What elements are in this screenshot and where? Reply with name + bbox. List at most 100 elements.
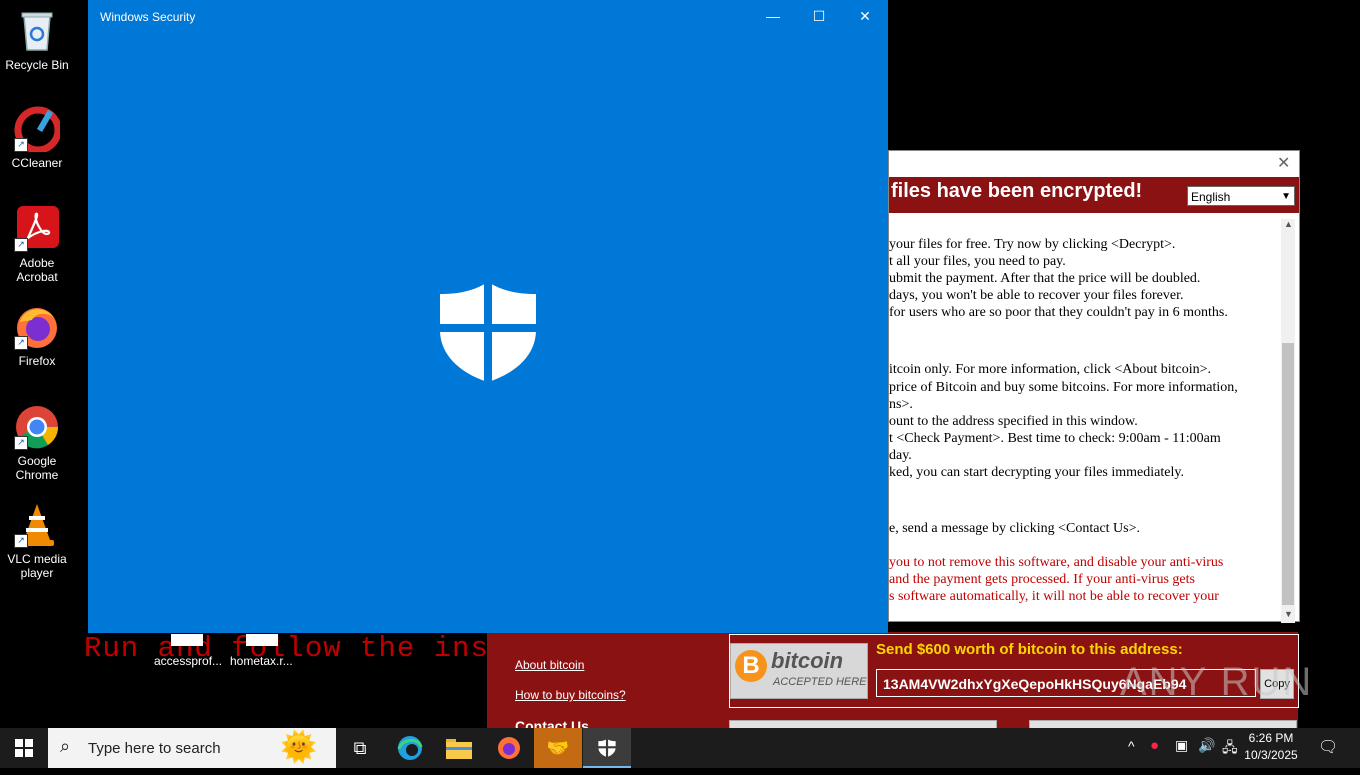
file-label-accessprof[interactable]: accessprof... [154,654,222,668]
tray-app-icon[interactable]: ● [1150,737,1159,754]
desktop-icon-label: CCleaner [11,156,63,170]
message-line: for users who are so poor that they coul… [889,305,1228,320]
firefox-icon [498,737,520,759]
minimize-button[interactable]: — [750,0,796,32]
language-value: English [1191,190,1231,204]
clock-time: 6:26 PM [1248,731,1294,745]
warning-line: and the payment gets processed. If your … [889,572,1195,587]
ransom-message: your files for free. Try now by clicking… [889,221,1279,617]
message-line: e, send a message by clicking <Contact U… [889,521,1141,536]
message-line: t all your files, you need to pay. [889,254,1066,269]
message-line: ubmit the payment. After that the price … [889,271,1201,286]
minimize-icon: — [766,8,780,24]
file-icon[interactable] [246,634,278,646]
clock-date: 10/3/2025 [1244,748,1298,762]
desktop-icon-label: VLC media player [7,552,67,580]
task-view-button[interactable]: ⧉ [336,728,384,768]
scroll-down-icon[interactable]: ▼ [1284,609,1293,619]
notifications-icon[interactable]: 🗨 [1318,737,1338,757]
message-line: day. [889,448,912,463]
firefox-taskbar-button[interactable] [485,728,533,768]
ransom-titlebar: ✕ [889,151,1299,177]
desktop-icon-google-chrome[interactable]: ↗ Google Chrome [4,404,70,482]
clock[interactable]: 6:26 PM 10/3/2025 [1242,730,1300,764]
google-chrome-icon: ↗ [14,404,60,450]
task-view-icon: ⧉ [353,738,367,758]
recycle-bin-icon [14,8,60,54]
ccleaner-icon: ↗ [14,106,62,154]
volume-icon[interactable]: 🔊 [1198,737,1215,754]
desktop-icon-label: Firefox [18,354,56,368]
file-icon[interactable] [171,634,203,646]
meet-now-icon[interactable]: ▣ [1175,737,1188,754]
windows-security-taskbar-button[interactable] [583,728,631,768]
adobe-acrobat-icon: ↗ [14,206,60,252]
shortcut-arrow-icon: ↗ [14,138,28,152]
ransom-header: files have been encrypted! English ▼ [889,177,1299,213]
desktop-icon-label: Adobe Acrobat [16,256,58,284]
message-line: t <Check Payment>. Best time to check: 9… [889,431,1221,446]
taskbar: ⌕ Type here to search 🌞 ⧉ 🤝 ^ ● ▣ 🔊 🖧 6:… [0,728,1360,768]
search-placeholder: Type here to search [88,740,221,757]
about-bitcoin-link[interactable]: About bitcoin [515,658,584,672]
desktop-icon-recycle-bin[interactable]: Recycle Bin [4,8,70,72]
message-line: days, you won't be able to recover your … [889,288,1184,303]
window-title: Windows Security [100,10,196,24]
maximize-button[interactable]: ☐ [796,0,842,32]
message-line: ount to the address specified in this wi… [889,414,1138,429]
desktop-icon-adobe-acrobat[interactable]: ↗ Adobe Acrobat [4,206,70,284]
vlc-icon: ↗ [14,502,60,548]
ransomware-taskbar-button[interactable]: 🤝 [534,728,582,768]
warning-line: s software automatically, it will not be… [889,589,1219,604]
ransom-heading: files have been encrypted! [891,180,1143,202]
chevron-down-icon: ▼ [1281,191,1291,202]
folder-icon [446,739,472,759]
watermark: ANY RUN [1120,660,1314,704]
language-select[interactable]: English ▼ [1187,186,1295,206]
message-line: ns>. [889,397,913,412]
scroll-up-icon[interactable]: ▲ [1284,219,1293,229]
shortcut-arrow-icon: ↗ [14,436,28,450]
shortcut-arrow-icon: ↗ [14,336,28,350]
message-scrollbar[interactable]: ▲ ▼ [1281,219,1295,623]
shortcut-arrow-icon: ↗ [14,238,28,252]
warning-line: you to not remove this software, and dis… [889,555,1224,570]
desktop-icon-firefox[interactable]: ↗ Firefox [4,304,70,368]
accepted-here-text: ACCEPTED HERE [773,676,867,688]
desktop-icon-vlc[interactable]: ↗ VLC media player [4,502,70,580]
desktop-icon-label: Google Chrome [15,454,59,482]
close-icon: ✕ [859,8,871,24]
edge-button[interactable] [386,728,434,768]
edge-icon [397,736,423,760]
send-amount-label: Send $600 worth of bitcoin to this addre… [876,641,1183,658]
file-explorer-button[interactable] [435,728,483,768]
start-button[interactable] [0,728,48,768]
bitcoin-word: bitcoin [771,648,844,673]
scrollbar-thumb[interactable] [1282,343,1294,605]
file-label-hometax[interactable]: hometax.r... [230,654,293,668]
search-box[interactable]: ⌕ Type here to search 🌞 [48,728,336,768]
handshake-icon: 🤝 [546,738,570,758]
close-button[interactable]: ✕ [842,0,888,32]
search-icon: ⌕ [60,736,71,756]
network-icon[interactable]: 🖧 [1222,737,1238,761]
ransom-window: ✕ files have been encrypted! English ▼ y… [888,150,1300,623]
message-line: price of Bitcoin and buy some bitcoins. … [889,380,1238,395]
windows-logo-icon [15,739,33,757]
shield-icon [438,280,538,389]
message-line: ked, you can start decrypting your files… [889,465,1184,480]
message-line: your files for free. Try now by clicking… [889,237,1176,252]
firefox-icon: ↗ [14,304,60,350]
desktop-icon-ccleaner[interactable]: ↗ CCleaner [4,106,70,170]
message-line: itcoin only. For more information, click… [889,362,1212,377]
sun-smiley-icon: 🌞 [280,731,318,764]
tray-chevron-up-icon[interactable]: ^ [1128,738,1135,754]
close-icon[interactable]: ✕ [1277,153,1290,173]
maximize-icon: ☐ [812,8,826,24]
desktop-icon-label: Recycle Bin [5,58,69,72]
windows-security-window: Windows Security — ☐ ✕ [88,0,888,633]
bitcoin-coin-icon: B [735,650,767,682]
bitcoin-accepted-logo: B bitcoin ACCEPTED HERE [730,643,868,699]
how-to-buy-link[interactable]: How to buy bitcoins? [515,688,626,702]
shield-icon [598,738,616,758]
